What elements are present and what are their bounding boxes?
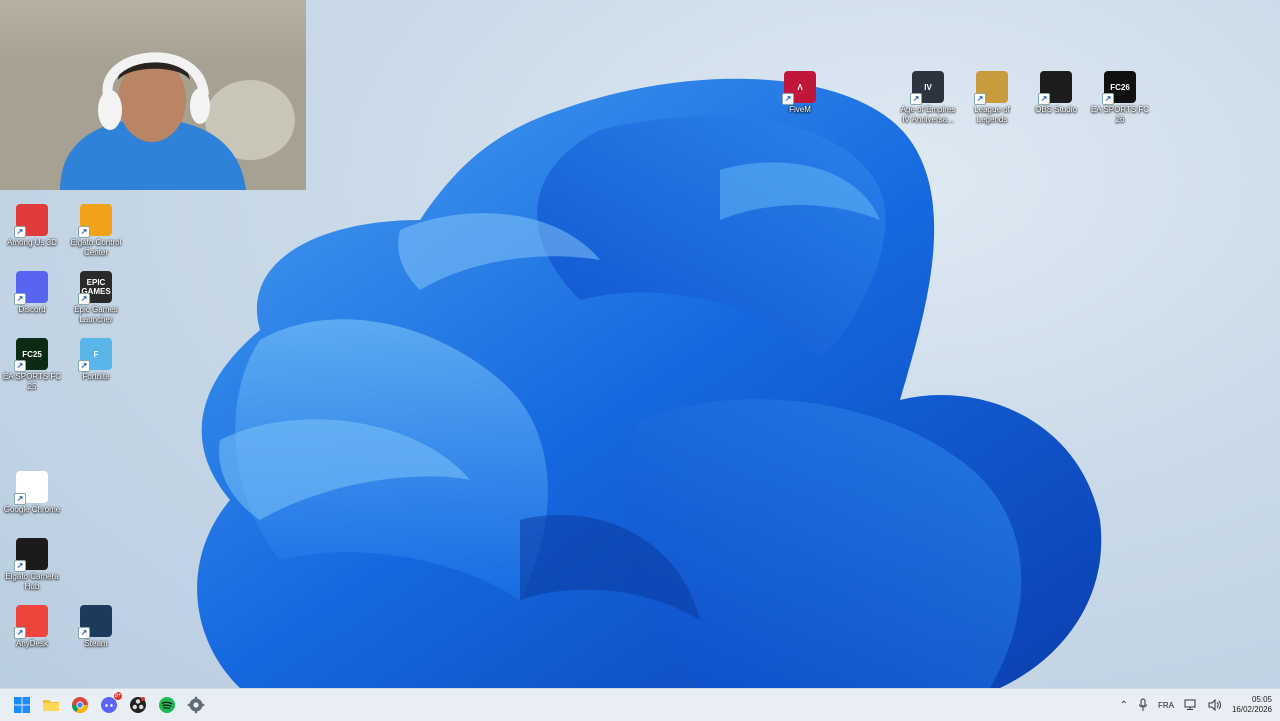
ea-fc25-glyph: FC25 bbox=[22, 349, 42, 359]
fortnite-icon: F ↗ bbox=[78, 338, 112, 372]
settings-icon bbox=[187, 696, 205, 714]
desktop-shortcut-steam[interactable]: ↗ Steam bbox=[64, 605, 128, 649]
desktop-shortcut-fivem[interactable]: Λ ↗ FiveM bbox=[768, 71, 832, 115]
elgato-camera-hub-icon: ↗ bbox=[14, 538, 48, 572]
start-button[interactable] bbox=[8, 691, 36, 719]
clock-date: 16/02/2026 bbox=[1231, 705, 1272, 714]
discord-icon: ↗ bbox=[14, 271, 48, 305]
desktop-shortcut-ea-fc25[interactable]: FC25 ↗ EA SPORTS FC 25 bbox=[0, 338, 64, 392]
fivem-icon: Λ ↗ bbox=[782, 71, 816, 105]
desktop-shortcut-elgato-control-center[interactable]: ↗ Elgato Control Center bbox=[64, 204, 128, 258]
desktop-shortcut-obs[interactable]: ↗ OBS Studio bbox=[1024, 71, 1088, 115]
spotify-icon bbox=[159, 697, 175, 713]
taskbar-chrome[interactable] bbox=[66, 691, 94, 719]
taskbar: 9+ ⌃ FRA 05:05 16/02/2026 bbox=[0, 688, 1280, 721]
ea-fc26-icon: FC26 ↗ bbox=[1102, 71, 1136, 105]
league-icon: ↗ bbox=[974, 71, 1008, 105]
chrome-icon bbox=[71, 697, 89, 714]
desktop-shortcut-epic-games[interactable]: EPIC GAMES ↗ Epic Games Launcher bbox=[64, 271, 128, 325]
desktop-shortcut-label: FiveM bbox=[789, 105, 811, 114]
chrome-icon: ↗ bbox=[14, 471, 48, 505]
anydesk-icon: ↗ bbox=[14, 605, 48, 639]
desktop-shortcut-elgato-camera-hub[interactable]: ↗ Elgato Camera Hub bbox=[0, 538, 64, 592]
desktop-shortcut-label: Epic Games Launcher bbox=[74, 305, 118, 324]
show-hidden-icons-chevron-icon[interactable]: ⌃ bbox=[1120, 700, 1128, 711]
shortcut-arrow-icon: ↗ bbox=[78, 226, 90, 238]
taskbar-settings[interactable] bbox=[182, 691, 210, 719]
obs-icon bbox=[130, 697, 146, 713]
desktop-shortcut-anydesk[interactable]: ↗ AnyDesk bbox=[0, 605, 64, 649]
shortcut-arrow-icon: ↗ bbox=[974, 93, 986, 105]
desktop-shortcut-aoe4[interactable]: IV ↗ Age of Empires IV Anniversa... bbox=[896, 71, 960, 125]
epic-games-icon: EPIC GAMES ↗ bbox=[78, 271, 112, 305]
desktop-shortcut-label: Steam bbox=[84, 639, 108, 648]
desktop-shortcut-label: Fortnite bbox=[82, 372, 110, 381]
desktop-shortcut-fortnite[interactable]: F ↗ Fortnite bbox=[64, 338, 128, 382]
among-us-icon: ↗ bbox=[14, 204, 48, 238]
desktop-shortcut-discord[interactable]: ↗ Discord bbox=[0, 271, 64, 315]
desktop-shortcut-label: Discord bbox=[18, 305, 46, 314]
obs-icon: ↗ bbox=[1038, 71, 1072, 105]
aoe4-glyph: IV bbox=[924, 82, 932, 92]
desktop-shortcut-label: EA SPORTS FC 26 bbox=[1090, 105, 1150, 124]
shortcut-arrow-icon: ↗ bbox=[14, 493, 26, 505]
file-explorer-icon bbox=[43, 700, 59, 711]
steam-icon: ↗ bbox=[78, 605, 112, 639]
shortcut-arrow-icon: ↗ bbox=[78, 293, 90, 305]
taskbar-discord[interactable]: 9+ bbox=[95, 691, 123, 719]
network-icon[interactable] bbox=[1184, 699, 1198, 711]
shortcut-arrow-icon: ↗ bbox=[910, 93, 922, 105]
shortcut-arrow-icon: ↗ bbox=[1102, 93, 1114, 105]
desktop-shortcut-chrome[interactable]: ↗ Google Chrome bbox=[0, 471, 64, 515]
shortcut-arrow-icon: ↗ bbox=[14, 627, 26, 639]
shortcut-arrow-icon: ↗ bbox=[14, 360, 26, 372]
shortcut-arrow-icon: ↗ bbox=[78, 627, 90, 639]
shortcut-arrow-icon: ↗ bbox=[14, 293, 26, 305]
taskbar-obs[interactable] bbox=[124, 691, 152, 719]
ea-fc25-icon: FC25 ↗ bbox=[14, 338, 48, 372]
desktop-shortcut-league[interactable]: ↗ League of Legends bbox=[960, 71, 1024, 125]
desktop-shortcut-ea-fc26[interactable]: FC26 ↗ EA SPORTS FC 26 bbox=[1088, 71, 1152, 125]
shortcut-arrow-icon: ↗ bbox=[14, 226, 26, 238]
volume-icon[interactable] bbox=[1208, 699, 1222, 711]
desktop-shortcut-label: AnyDesk bbox=[15, 639, 48, 648]
desktop-shortcut-label: EA SPORTS FC 25 bbox=[2, 372, 62, 391]
shortcut-arrow-icon: ↗ bbox=[782, 93, 794, 105]
input-language[interactable]: FRA bbox=[1158, 701, 1174, 710]
desktop-shortcut-label: Elgato Control Center bbox=[70, 238, 122, 257]
elgato-control-center-icon: ↗ bbox=[78, 204, 112, 238]
desktop-shortcut-label: Age of Empires IV Anniversa... bbox=[900, 105, 956, 124]
aoe4-icon: IV ↗ bbox=[910, 71, 944, 105]
shortcut-arrow-icon: ↗ bbox=[14, 560, 26, 572]
desktop-shortcut-label: Elgato Camera Hub bbox=[5, 572, 59, 591]
desktop-shortcut-label: League of Legends bbox=[974, 105, 1010, 124]
system-tray: ⌃ FRA 05:05 16/02/2026 bbox=[1120, 689, 1272, 721]
webcam-person-image bbox=[0, 52, 306, 190]
ea-fc26-glyph: FC26 bbox=[1110, 82, 1130, 92]
taskbar-file-explorer[interactable] bbox=[37, 691, 65, 719]
shortcut-arrow-icon: ↗ bbox=[1038, 93, 1050, 105]
desktop-shortcut-label: Google Chrome bbox=[3, 505, 61, 514]
webcam-overlay bbox=[0, 0, 306, 190]
discord-notification-badge: 9+ bbox=[114, 692, 122, 700]
clock-time: 05:05 bbox=[1251, 695, 1272, 704]
desktop-shortcut-among-us[interactable]: ↗ Among Us 3D bbox=[0, 204, 64, 248]
fivem-glyph: Λ bbox=[797, 82, 803, 92]
desktop-shortcut-label: Among Us 3D bbox=[7, 238, 57, 247]
fortnite-glyph: F bbox=[93, 349, 99, 359]
start-icon bbox=[14, 697, 30, 713]
microphone-icon[interactable] bbox=[1138, 698, 1148, 712]
shortcut-arrow-icon: ↗ bbox=[78, 360, 90, 372]
desktop-shortcut-label: OBS Studio bbox=[1035, 105, 1077, 114]
clock[interactable]: 05:05 16/02/2026 bbox=[1232, 695, 1272, 715]
taskbar-spotify[interactable] bbox=[153, 691, 181, 719]
